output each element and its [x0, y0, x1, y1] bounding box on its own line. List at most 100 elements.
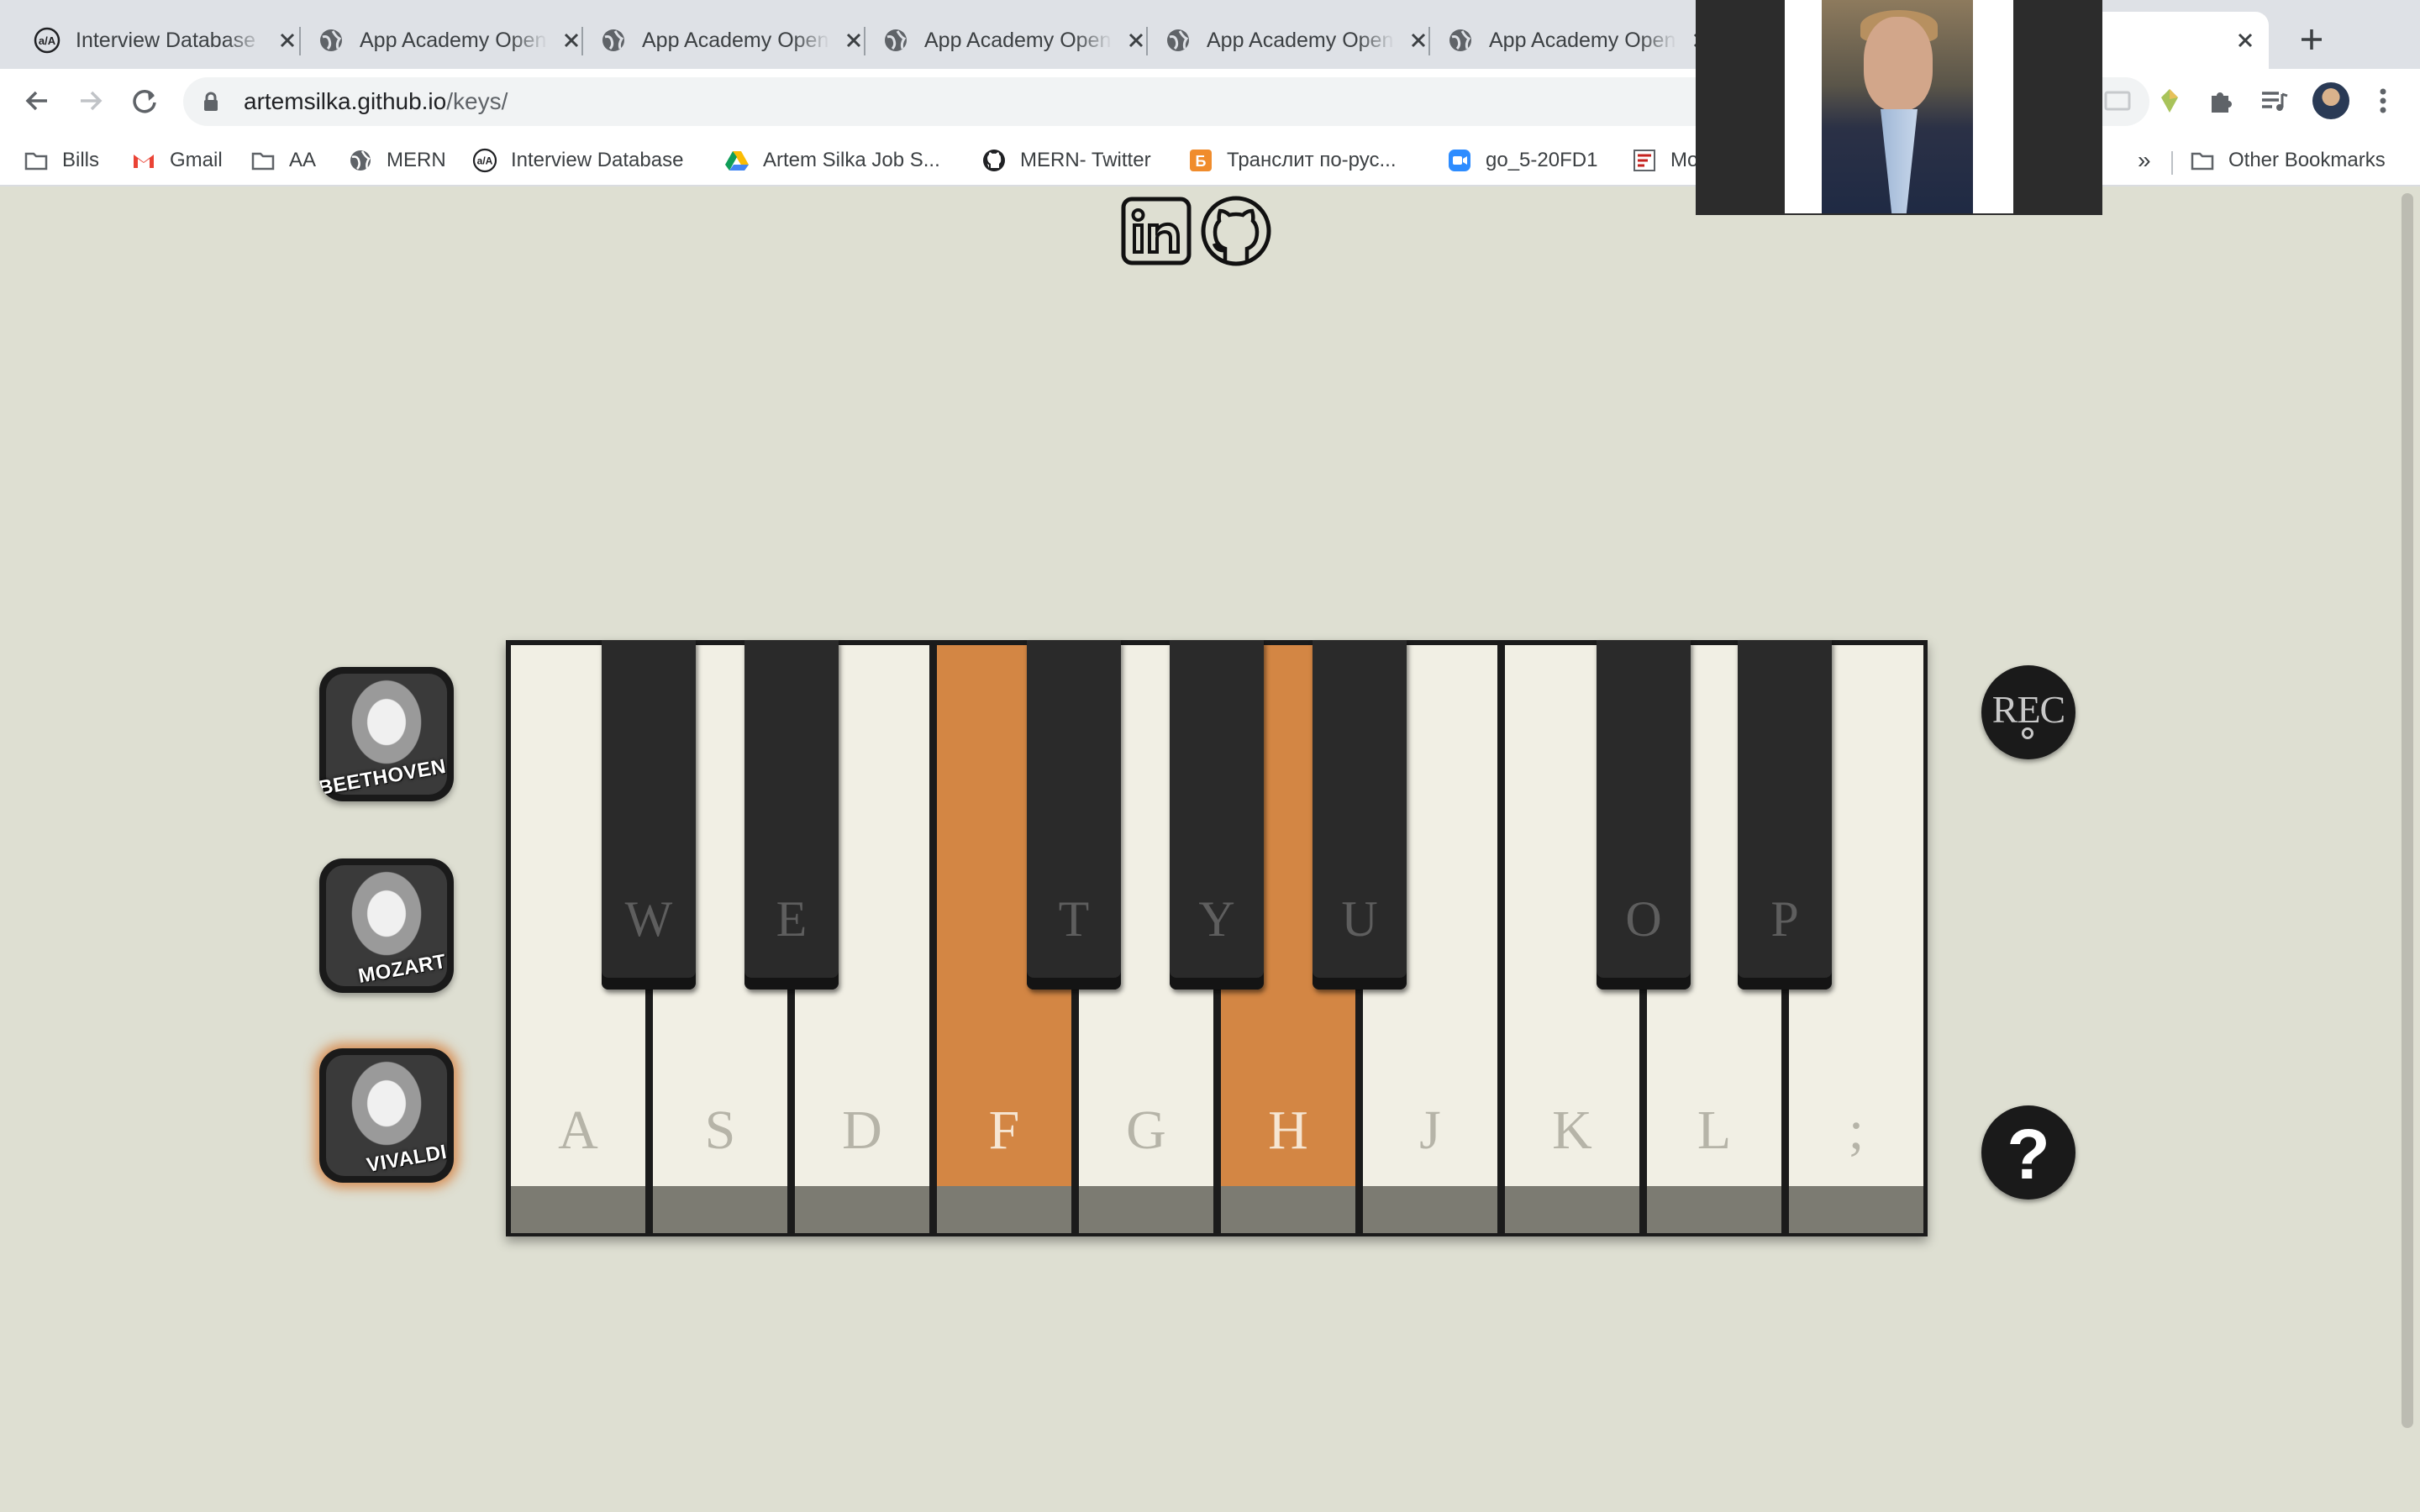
tab-title: App Academy Open: [1489, 28, 1676, 52]
new-tab-icon[interactable]: [2297, 25, 2326, 54]
record-label: REC: [1991, 688, 2065, 731]
scroll-thumb[interactable]: [2402, 193, 2413, 1428]
extensions-puzzle-icon[interactable]: [2205, 84, 2238, 118]
bookmark-mern[interactable]: MERN: [348, 144, 446, 176]
tab[interactable]: a/A Interview Database: [15, 12, 316, 69]
bookmark-bills[interactable]: Bills: [24, 144, 99, 176]
more-menu-icon[interactable]: [2366, 84, 2400, 118]
globe-icon: [885, 29, 907, 51]
bookmark-icon: [1634, 150, 1655, 171]
key-label: T: [1058, 891, 1090, 947]
media-controls-icon[interactable]: [2257, 84, 2291, 118]
close-icon[interactable]: [276, 29, 299, 52]
close-icon[interactable]: [560, 29, 583, 52]
key-label: A: [558, 1100, 598, 1161]
key-label: W: [624, 891, 673, 947]
black-key-y[interactable]: Y: [1170, 640, 1264, 990]
video-call-overlay[interactable]: [1696, 0, 2102, 215]
github-icon: [983, 150, 1005, 171]
svg-text:a/A: a/A: [477, 155, 493, 167]
svg-text:Б: Б: [1196, 153, 1207, 170]
tab-title: App Academy Open: [924, 28, 1112, 52]
key-label: S: [704, 1100, 736, 1161]
record-dot: [2022, 727, 2033, 739]
bookmark-translit[interactable]: Б Транслит по-рус...: [1188, 144, 1396, 176]
black-key-p[interactable]: P: [1738, 640, 1832, 990]
black-key-o[interactable]: O: [1597, 640, 1691, 990]
tab-title: App Academy Open: [642, 28, 829, 52]
bookmark-mo[interactable]: Mo: [1632, 144, 1698, 176]
key-label: J: [1419, 1100, 1441, 1161]
key-front: [653, 1186, 787, 1233]
composer-vivaldi[interactable]: VIVALDI: [319, 1048, 454, 1183]
bookmark-label: MERN: [387, 149, 446, 171]
back-icon[interactable]: [20, 84, 54, 118]
tab[interactable]: App Academy Open: [864, 12, 1165, 69]
tab-title: Interview Database: [76, 28, 256, 52]
globe-icon: [1449, 29, 1471, 51]
close-icon[interactable]: [1124, 29, 1148, 52]
bookmark-label: Gmail: [170, 149, 223, 171]
close-icon[interactable]: [842, 29, 865, 52]
reload-icon[interactable]: [128, 84, 161, 118]
profile-avatar[interactable]: [2312, 82, 2349, 119]
composer-mozart[interactable]: MOZART: [319, 858, 454, 993]
close-icon[interactable]: [1407, 29, 1430, 52]
folder-icon: [2191, 152, 2214, 171]
tab[interactable]: App Academy Open: [581, 12, 882, 69]
google-drive-icon: [725, 151, 749, 171]
key-label: P: [1770, 891, 1799, 947]
tab[interactable]: App Academy Open: [1146, 12, 1447, 69]
globe-icon: [602, 29, 624, 51]
tab-title: App Academy Open: [360, 28, 547, 52]
bookmark-label: Транслит по-рус...: [1227, 149, 1397, 171]
lock-icon[interactable]: [200, 91, 222, 113]
bookmark-label: Interview Database: [511, 149, 684, 171]
bookmarks-overflow[interactable]: »: [2138, 144, 2151, 176]
bookmark-gmail[interactable]: Gmail: [131, 144, 223, 176]
bookmark-label: MERN- Twitter: [1020, 149, 1151, 171]
key-label: H: [1268, 1100, 1308, 1161]
bookmark-label: AA: [289, 149, 317, 171]
help-label: ?: [2007, 1115, 2050, 1194]
bookmark-zoom[interactable]: go_5-20FD1: [1447, 144, 1597, 176]
composer-beethoven[interactable]: BEETHOVEN: [319, 667, 454, 801]
black-key-e[interactable]: E: [744, 640, 839, 990]
tab[interactable]: App Academy Open: [299, 12, 600, 69]
page-content: BEETHOVEN MOZART VIVALDI A S D F G H J K…: [0, 186, 2420, 1512]
key-front: [1221, 1186, 1355, 1233]
forward-icon[interactable]: [74, 84, 108, 118]
black-key-t[interactable]: T: [1027, 640, 1121, 990]
key-front: [795, 1186, 929, 1233]
black-key-w[interactable]: W: [602, 640, 696, 990]
other-bookmarks[interactable]: Other Bookmarks: [2190, 144, 2386, 176]
overflow-chevron: »: [2138, 147, 2151, 173]
tab[interactable]: App Academy Open: [1428, 12, 1729, 69]
participant-face: [1864, 17, 1933, 111]
screen-share-icon[interactable]: [2101, 84, 2134, 118]
bookmark-mern-twitter[interactable]: MERN- Twitter: [981, 144, 1151, 176]
key-label: O: [1625, 891, 1662, 947]
github-icon[interactable]: [1200, 195, 1272, 267]
linkedin-icon[interactable]: [1121, 195, 1193, 267]
help-button[interactable]: ?: [1981, 1105, 2075, 1200]
black-key-u[interactable]: U: [1313, 640, 1407, 990]
key-front: [1079, 1186, 1213, 1233]
record-button[interactable]: REC: [1981, 665, 2075, 759]
globe-icon: [350, 150, 371, 171]
bookmark-interview-database[interactable]: a/A Interview Database: [472, 144, 683, 176]
extension-gem-icon[interactable]: [2153, 84, 2186, 118]
url-path: /keys/: [446, 88, 508, 114]
key-label: Y: [1198, 891, 1235, 947]
key-front: [511, 1186, 645, 1233]
page-scrollbar[interactable]: [2395, 186, 2420, 1512]
gmail-icon: [134, 155, 154, 168]
app-academy-icon: a/A: [472, 148, 497, 173]
bookmark-label: Bills: [62, 149, 100, 171]
key-front: [937, 1186, 1071, 1233]
bookmark-artem-silka-job[interactable]: Artem Silka Job S...: [724, 144, 940, 176]
bookmark-aa[interactable]: AA: [250, 144, 316, 176]
close-icon[interactable]: [2233, 29, 2257, 52]
folder-icon: [251, 152, 275, 171]
url-host: artemsilka.github.io: [244, 88, 447, 114]
